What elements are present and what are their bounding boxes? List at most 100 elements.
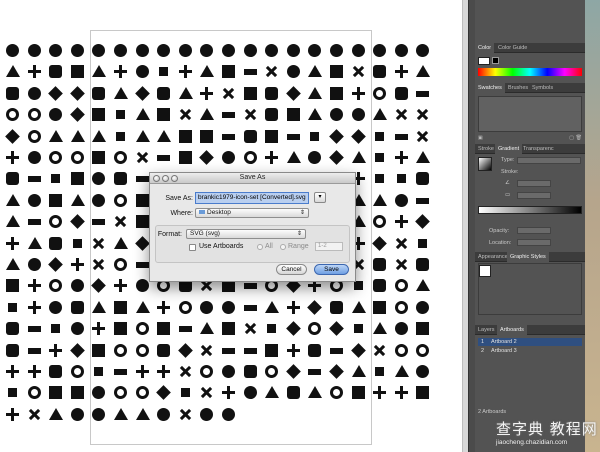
angle-field[interactable] (517, 180, 551, 187)
icon-glyph (135, 215, 149, 229)
save-button[interactable]: Save (314, 264, 349, 275)
filename-input[interactable]: brankic1979-icon-set [Converted].svg (195, 192, 309, 204)
tab-transparency[interactable]: Transparenc (520, 144, 557, 154)
icon-glyph (27, 326, 41, 333)
tab-appearance[interactable]: Appearance (475, 252, 511, 262)
dialog-title: Save As (239, 174, 266, 181)
tab-layers[interactable]: Layers (475, 325, 498, 335)
icon-glyph (265, 300, 280, 313)
icon-glyph (48, 257, 64, 272)
icon-glyph (243, 151, 257, 164)
color-spectrum[interactable] (478, 68, 582, 76)
icon-glyph (157, 108, 171, 122)
icon-glyph (286, 300, 300, 314)
icon-glyph (416, 90, 430, 97)
icon-glyph (200, 129, 214, 143)
artboard-row[interactable]: 2 Artboard 3 (478, 347, 582, 355)
swatches-area[interactable] (478, 96, 582, 132)
icon-glyph (416, 151, 431, 163)
opacity-label: Opacity: (489, 228, 510, 234)
range-radio[interactable] (280, 244, 286, 250)
icon-glyph (114, 44, 127, 57)
icon-glyph (70, 322, 84, 336)
swatches-footer: ▣ ▢ 🗑 (478, 135, 582, 141)
where-value: Desktop (207, 209, 231, 216)
icon-glyph (222, 407, 235, 421)
icon-glyph (70, 300, 84, 314)
icon-glyph (69, 107, 85, 123)
icon-glyph (373, 193, 388, 206)
icon-glyph (92, 129, 107, 142)
icon-glyph (135, 279, 149, 293)
aspect-ratio-field[interactable] (517, 192, 551, 199)
tab-brushes[interactable]: Brushes (505, 83, 531, 93)
gradient-preview[interactable] (478, 157, 492, 171)
icon-glyph (49, 300, 63, 314)
color-swatch-black[interactable] (492, 57, 499, 64)
tab-color[interactable]: Color (475, 43, 495, 53)
artboard-row[interactable]: 1 Artboard 2 (478, 338, 582, 346)
icon-glyph (114, 236, 128, 249)
range-label: Range (288, 243, 309, 250)
icon-glyph (27, 176, 41, 183)
icon-glyph (6, 343, 19, 357)
icon-glyph (394, 133, 408, 140)
icon-glyph (92, 86, 106, 100)
icon-glyph (265, 151, 279, 164)
icon-glyph (51, 174, 61, 184)
icon-glyph (70, 193, 85, 206)
icon-glyph (114, 407, 128, 420)
icon-glyph (49, 365, 63, 378)
icon-glyph (70, 386, 84, 400)
fill-stroke-swatch[interactable] (478, 57, 490, 65)
icon-glyph (418, 238, 428, 248)
icon-glyph (222, 322, 235, 336)
tab-color-guide[interactable]: Color Guide (495, 43, 530, 53)
dialog-titlebar[interactable]: Save As (150, 173, 355, 184)
all-radio[interactable] (257, 244, 263, 250)
artboard-number: 1 (481, 339, 485, 345)
tab-graphic-styles[interactable]: Graphic Styles (507, 252, 549, 262)
gradient-slider[interactable] (478, 206, 582, 214)
icon-glyph (70, 44, 84, 57)
icon-glyph (157, 300, 171, 314)
where-select[interactable]: Desktop ⇕ (195, 208, 309, 218)
icon-glyph (49, 386, 63, 400)
swatch-library-icon[interactable]: ▣ (478, 135, 483, 141)
icon-glyph (92, 108, 106, 122)
icon-glyph (394, 193, 408, 207)
icon-glyph (265, 343, 279, 357)
location-field[interactable] (517, 239, 551, 246)
tab-symbols[interactable]: Symbols (529, 83, 556, 93)
range-input[interactable]: 1-2 (315, 242, 343, 251)
cancel-button[interactable]: Cancel (276, 264, 307, 275)
use-artboards-checkbox[interactable] (189, 244, 196, 251)
icon-glyph (27, 86, 41, 100)
icon-glyph (135, 322, 149, 336)
icon-glyph (373, 215, 387, 229)
icon-glyph (27, 193, 41, 207)
new-swatch-icon[interactable]: ▢ (569, 135, 574, 141)
opacity-field[interactable] (517, 227, 551, 234)
icon-glyph (116, 131, 125, 141)
icon-glyph (265, 386, 280, 399)
icon-glyph (375, 367, 385, 376)
delete-swatch-icon[interactable]: 🗑 (576, 135, 582, 141)
icon-glyph (8, 388, 17, 398)
icon-glyph (135, 365, 149, 378)
expand-dialog-button[interactable]: ▾ (314, 192, 326, 203)
format-select[interactable]: SVG (svg) ⇕ (186, 229, 306, 239)
icon-glyph (392, 105, 410, 123)
gradient-type-select[interactable] (517, 157, 581, 164)
tab-stroke[interactable]: Stroke (475, 144, 497, 154)
icon-glyph (70, 407, 84, 421)
tab-gradient[interactable]: Gradient (495, 144, 523, 154)
tab-swatches[interactable]: Swatches (475, 83, 505, 93)
icon-glyph (416, 343, 430, 357)
icon-glyph (416, 365, 430, 378)
icon-glyph (178, 86, 193, 99)
icon-glyph (6, 108, 19, 122)
icon-glyph (48, 85, 64, 101)
icon-glyph (373, 108, 388, 121)
tab-artboards[interactable]: Artboards (497, 325, 527, 335)
